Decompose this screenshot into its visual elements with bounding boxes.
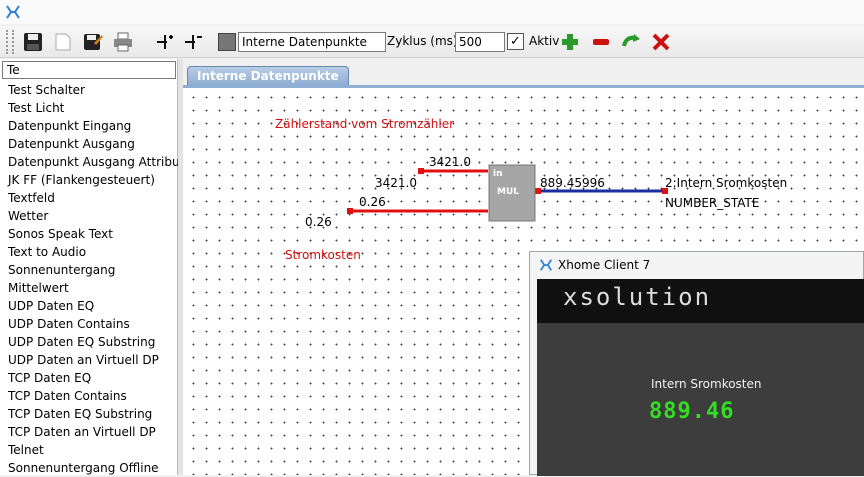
block-list: Test Schalter Test Licht Datenpunkt Eing… bbox=[0, 81, 178, 477]
app-logo-icon bbox=[6, 5, 20, 19]
list-item[interactable]: Mittelwert bbox=[0, 279, 178, 297]
list-item[interactable]: JK FF (Flankengesteuert) bbox=[0, 171, 178, 189]
tab-interne-datenpunkte[interactable]: Interne Datenpunkte bbox=[187, 66, 349, 85]
output-target-name[interactable]: 2:Intern Sromkosten bbox=[665, 176, 787, 190]
cycle-label: Zyklus (ms) bbox=[387, 34, 458, 48]
toolbar-grip[interactable] bbox=[6, 30, 14, 54]
new-document-icon[interactable] bbox=[50, 29, 76, 55]
cycle-input[interactable] bbox=[455, 32, 505, 52]
window-title-bar bbox=[0, 0, 864, 24]
client-title-bar[interactable]: Xhome Client 7 bbox=[530, 252, 863, 278]
add-icon[interactable] bbox=[557, 29, 583, 55]
list-item[interactable]: TCP Daten EQ Substring bbox=[0, 405, 178, 423]
save-as-icon[interactable] bbox=[80, 29, 106, 55]
active-label: Aktiv bbox=[529, 34, 560, 48]
input-2-label: 0.26 bbox=[305, 215, 332, 229]
list-item[interactable]: Text to Audio bbox=[0, 243, 178, 261]
list-item[interactable]: Datenpunkt Eingang bbox=[0, 117, 178, 135]
client-value-label: Intern Sromkosten bbox=[651, 377, 762, 391]
list-item[interactable]: Sonnenuntergang Offline bbox=[0, 459, 178, 477]
remove-input-icon[interactable] bbox=[180, 29, 206, 55]
list-item[interactable]: Datenpunkt Ausgang bbox=[0, 135, 178, 153]
brand-banner: xsolution bbox=[537, 279, 864, 323]
list-item[interactable]: Sonnenuntergang bbox=[0, 261, 178, 279]
block-name: MUL bbox=[497, 187, 519, 197]
list-item[interactable]: Textfeld bbox=[0, 189, 178, 207]
block-in-label: in bbox=[493, 169, 503, 179]
output-target-type: NUMBER_STATE bbox=[665, 196, 760, 210]
list-item[interactable]: Test Schalter bbox=[0, 81, 178, 99]
list-item[interactable]: Telnet bbox=[0, 441, 178, 459]
list-item[interactable]: Sonos Speak Text bbox=[0, 225, 178, 243]
list-item[interactable]: UDP Daten EQ Substring bbox=[0, 333, 178, 351]
list-item[interactable]: UDP Daten EQ bbox=[0, 297, 178, 315]
input-2-value: 0.26 bbox=[359, 195, 386, 209]
list-item[interactable]: UDP Daten Contains bbox=[0, 315, 178, 333]
search-input[interactable] bbox=[2, 61, 176, 79]
output-value: 889.45996 bbox=[540, 176, 605, 190]
list-item[interactable]: TCP Daten an Virtuell DP bbox=[0, 423, 178, 441]
tab-bar: Interne Datenpunkte bbox=[183, 59, 864, 85]
datapoint-name-input[interactable] bbox=[238, 32, 386, 52]
active-checkbox[interactable]: ✓ bbox=[507, 33, 524, 50]
remove-icon[interactable] bbox=[588, 29, 614, 55]
list-item[interactable]: TCP Daten EQ bbox=[0, 369, 178, 387]
brand-logo: xsolution bbox=[563, 283, 712, 311]
refresh-icon[interactable] bbox=[618, 29, 644, 55]
list-item[interactable]: UDP Daten an Virtuell DP bbox=[0, 351, 178, 369]
client-window: Xhome Client 7 xsolution Intern Sromkost… bbox=[529, 251, 864, 476]
list-item[interactable]: Test Licht bbox=[0, 99, 178, 117]
toolbar: Zyklus (ms) ✓ Aktiv bbox=[0, 26, 864, 58]
input-1-value: 3421.0 bbox=[429, 155, 471, 169]
input-port-2-start[interactable] bbox=[347, 208, 353, 214]
input-port-1-start[interactable] bbox=[418, 168, 424, 174]
input-1-label: 3421.0 bbox=[375, 176, 417, 190]
client-value-display: 889.46 bbox=[649, 399, 735, 424]
block-library-sidebar: Test Schalter Test Licht Datenpunkt Eing… bbox=[0, 59, 178, 475]
client-panel: xsolution Intern Sromkosten 889.46 bbox=[537, 279, 864, 476]
list-item[interactable]: Datenpunkt Ausgang Attribute bbox=[0, 153, 178, 171]
color-swatch[interactable] bbox=[218, 33, 236, 51]
client-logo-icon bbox=[540, 259, 552, 271]
list-item[interactable]: Wetter bbox=[0, 207, 178, 225]
print-icon[interactable] bbox=[110, 29, 136, 55]
save-icon[interactable] bbox=[20, 29, 46, 55]
delete-icon[interactable] bbox=[648, 29, 674, 55]
add-input-icon[interactable] bbox=[152, 29, 178, 55]
list-item[interactable]: TCP Daten Contains bbox=[0, 387, 178, 405]
client-title: Xhome Client 7 bbox=[558, 258, 651, 272]
